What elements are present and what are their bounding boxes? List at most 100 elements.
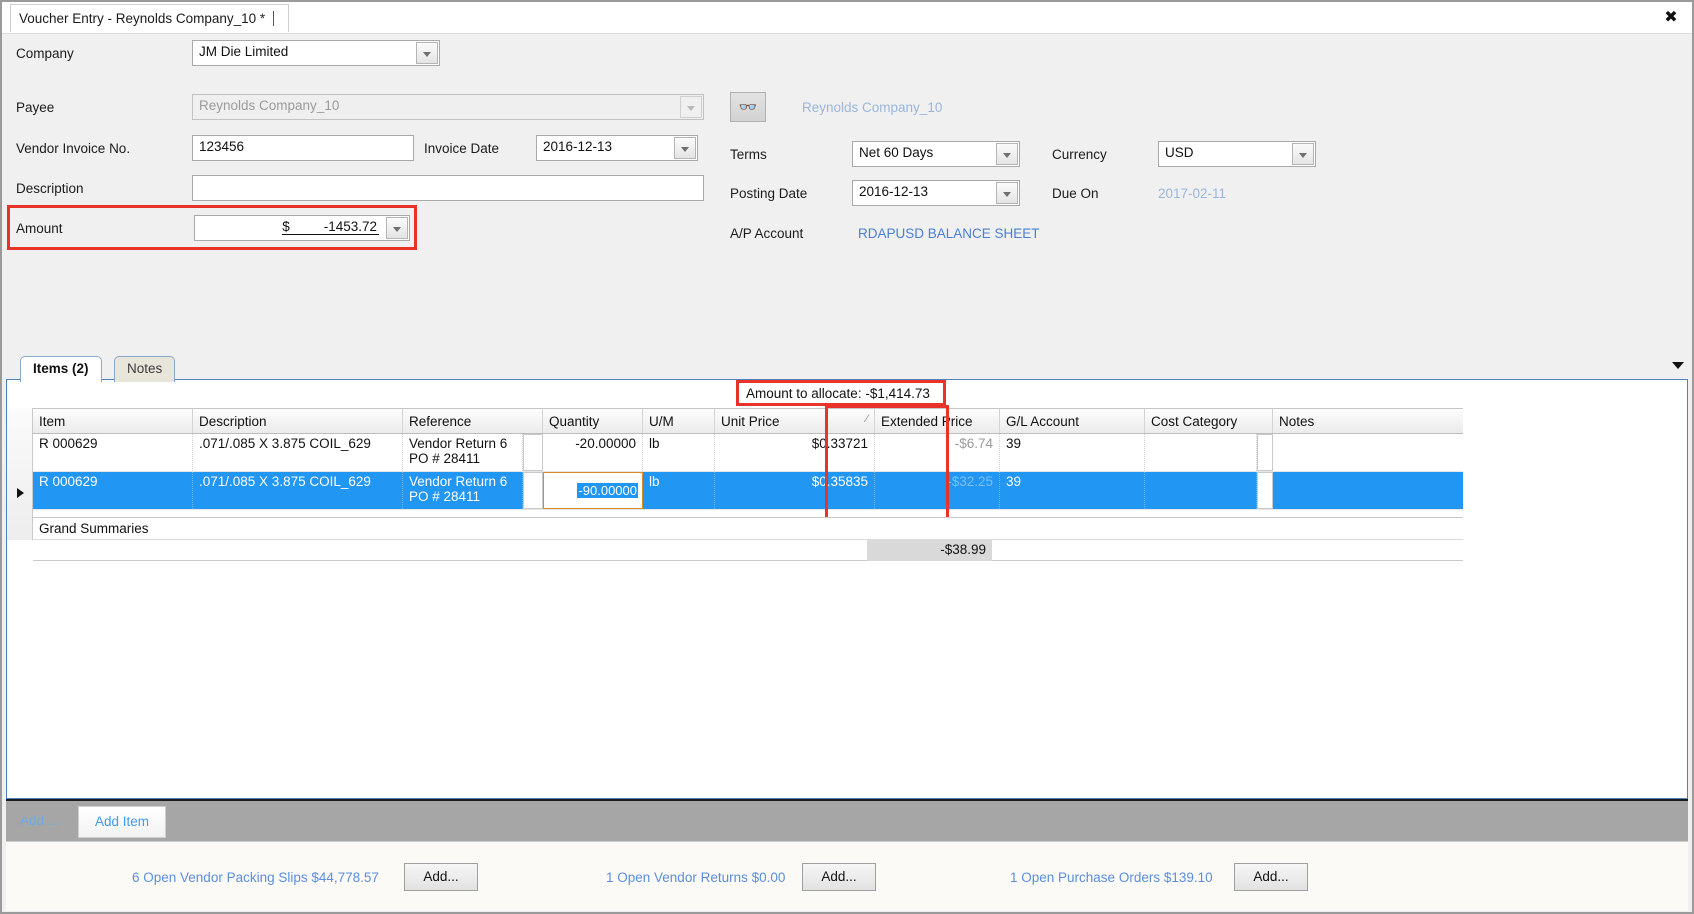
payee-select[interactable]: Reynolds Company_10 bbox=[192, 94, 704, 120]
chevron-down-icon[interactable] bbox=[1672, 362, 1684, 369]
table-row[interactable]: R 000629 .071/.085 X 3.875 COIL_629 Vend… bbox=[33, 434, 1463, 472]
chevron-down-icon[interactable] bbox=[680, 96, 702, 118]
voucher-header-form: Company JM Die Limited Payee Reynolds Co… bbox=[2, 34, 1692, 364]
cost-category-expander-slot[interactable] bbox=[1257, 434, 1273, 471]
col-header-unit-price-label: Unit Price bbox=[721, 413, 780, 429]
cell-um: lb bbox=[643, 472, 715, 509]
col-header-gl-account[interactable]: G/L Account bbox=[1000, 409, 1145, 433]
binoculars-icon[interactable]: 👓 bbox=[730, 92, 766, 122]
cell-quantity: -20.00000 bbox=[543, 434, 643, 471]
add-purchase-order-button[interactable]: Add... bbox=[1234, 863, 1308, 891]
cell-notes bbox=[1273, 472, 1463, 509]
company-label: Company bbox=[16, 46, 74, 61]
cell-extended-price: -$6.74 bbox=[875, 434, 1000, 471]
cost-category-expander-slot[interactable] bbox=[1257, 472, 1273, 509]
posting-date-select[interactable]: 2016-12-13 bbox=[852, 180, 1020, 206]
items-grid-panel: Amount to allocate: -$1,414.73 Item Desc… bbox=[6, 379, 1688, 799]
chevron-down-icon[interactable] bbox=[996, 182, 1018, 204]
payee-link[interactable]: Reynolds Company_10 bbox=[802, 100, 942, 115]
open-purchase-orders-link[interactable]: 1 Open Purchase Orders $139.10 bbox=[1010, 870, 1213, 885]
amount-money: $ -1453.72 bbox=[282, 219, 379, 235]
reference-expander-slot[interactable] bbox=[523, 434, 543, 471]
amount-input[interactable]: $ -1453.72 bbox=[194, 215, 410, 241]
amount-to-allocate-text: Amount to allocate: -$1,414.73 bbox=[742, 385, 934, 402]
chevron-down-icon[interactable] bbox=[1292, 143, 1314, 165]
detail-tabstrip: Items (2) Notes bbox=[2, 354, 1692, 382]
table-row[interactable]: R 000629 .071/.085 X 3.875 COIL_629 Vend… bbox=[33, 472, 1463, 510]
chevron-down-icon[interactable] bbox=[674, 137, 696, 159]
cell-description: .071/.085 X 3.875 COIL_629 bbox=[193, 472, 403, 509]
tab-items[interactable]: Items (2) bbox=[20, 356, 102, 382]
voucher-entry-window: Voucher Entry - Reynolds Company_10 * ✖ … bbox=[0, 0, 1694, 914]
tab-notes[interactable]: Notes bbox=[114, 356, 176, 382]
col-header-um[interactable]: U/M bbox=[643, 409, 715, 433]
posting-date-value: 2016-12-13 bbox=[859, 184, 929, 199]
add-item-button[interactable]: Add Item bbox=[78, 806, 166, 838]
add-dropdown-label[interactable]: Add ... bbox=[20, 813, 59, 828]
cell-gl-account: 39 bbox=[1000, 434, 1145, 471]
company-select[interactable]: JM Die Limited bbox=[192, 40, 440, 66]
description-label: Description bbox=[16, 181, 84, 196]
payee-label: Payee bbox=[16, 100, 55, 115]
ap-account-link[interactable]: RDAPUSD BALANCE SHEET bbox=[858, 226, 1040, 241]
grand-summaries-total: -$38.99 bbox=[867, 540, 992, 561]
ap-account-label: A/P Account bbox=[730, 226, 804, 241]
close-icon[interactable]: ✖ bbox=[1660, 6, 1682, 28]
currency-label: Currency bbox=[1052, 147, 1107, 162]
col-header-notes[interactable]: Notes bbox=[1273, 409, 1463, 433]
col-header-unit-price[interactable]: Unit Price ⁄ bbox=[715, 409, 875, 433]
cell-unit-price: $0.35835 bbox=[715, 472, 875, 509]
add-packing-slip-button[interactable]: Add... bbox=[404, 863, 478, 891]
cell-reference: Vendor Return 6 PO # 28411 bbox=[403, 472, 523, 509]
cell-unit-price: $0.33721 bbox=[715, 434, 875, 471]
open-vendor-returns-link[interactable]: 1 Open Vendor Returns $0.00 bbox=[606, 870, 785, 885]
cell-cost-category bbox=[1145, 472, 1257, 509]
col-header-quantity[interactable]: Quantity bbox=[543, 409, 643, 433]
cell-reference-line2: PO # 28411 bbox=[409, 451, 481, 466]
cell-reference-line1: Vendor Return 6 bbox=[409, 474, 508, 489]
cell-reference-line2: PO # 28411 bbox=[409, 489, 481, 504]
cell-um: lb bbox=[643, 434, 715, 471]
col-header-description[interactable]: Description bbox=[193, 409, 403, 433]
cell-notes bbox=[1273, 434, 1463, 471]
description-input[interactable] bbox=[192, 175, 704, 201]
cell-description: .071/.085 X 3.875 COIL_629 bbox=[193, 434, 403, 471]
chevron-down-icon[interactable] bbox=[416, 42, 438, 64]
terms-value: Net 60 Days bbox=[859, 145, 934, 160]
grid-header-row: Item Description Reference Quantity U/M … bbox=[33, 408, 1463, 434]
vendor-invoice-no-value: 123456 bbox=[199, 139, 245, 154]
chevron-down-icon[interactable] bbox=[996, 143, 1018, 165]
cell-item: R 000629 bbox=[33, 472, 193, 509]
col-header-item[interactable]: Item bbox=[33, 409, 193, 433]
col-header-extended-price[interactable]: Extended Price bbox=[875, 409, 1000, 433]
document-tab-voucher-entry[interactable]: Voucher Entry - Reynolds Company_10 * bbox=[10, 4, 290, 32]
cell-gl-account: 39 bbox=[1000, 472, 1145, 509]
open-documents-footer: 6 Open Vendor Packing Slips $44,778.57 A… bbox=[6, 841, 1688, 911]
due-on-value: 2017-02-11 bbox=[1158, 186, 1227, 201]
amount-value: -1453.72 bbox=[323, 219, 377, 234]
cell-quantity: -90.00000 bbox=[577, 483, 638, 498]
items-grid: Item Description Reference Quantity U/M … bbox=[33, 408, 1463, 510]
vendor-invoice-no-input[interactable]: 123456 bbox=[192, 135, 414, 161]
amount-label: Amount bbox=[16, 221, 63, 236]
invoice-date-select[interactable]: 2016-12-13 bbox=[536, 135, 698, 161]
invoice-date-value: 2016-12-13 bbox=[543, 139, 613, 154]
cell-quantity-editor[interactable]: -90.00000 bbox=[543, 472, 643, 509]
due-on-label: Due On bbox=[1052, 186, 1099, 201]
reference-expander-slot[interactable] bbox=[523, 472, 543, 509]
currency-value: USD bbox=[1165, 145, 1194, 160]
cell-reference: Vendor Return 6 PO # 28411 bbox=[403, 434, 523, 471]
chevron-down-icon[interactable] bbox=[386, 217, 408, 239]
terms-label: Terms bbox=[730, 147, 767, 162]
document-tab-label: Voucher Entry - Reynolds Company_10 * bbox=[19, 11, 266, 26]
currency-select[interactable]: USD bbox=[1158, 141, 1316, 167]
col-header-reference[interactable]: Reference bbox=[403, 409, 543, 433]
invoice-date-label: Invoice Date bbox=[424, 141, 500, 156]
terms-select[interactable]: Net 60 Days bbox=[852, 141, 1020, 167]
window-titlebar: Voucher Entry - Reynolds Company_10 * ✖ bbox=[2, 2, 1692, 34]
open-vendor-packing-slips-link[interactable]: 6 Open Vendor Packing Slips $44,778.57 bbox=[132, 870, 379, 885]
col-header-cost-category[interactable]: Cost Category bbox=[1145, 409, 1273, 433]
add-vendor-return-button[interactable]: Add... bbox=[802, 863, 876, 891]
grand-summaries-row: -$38.99 bbox=[33, 539, 1463, 561]
amount-currency-symbol: $ bbox=[282, 219, 290, 234]
